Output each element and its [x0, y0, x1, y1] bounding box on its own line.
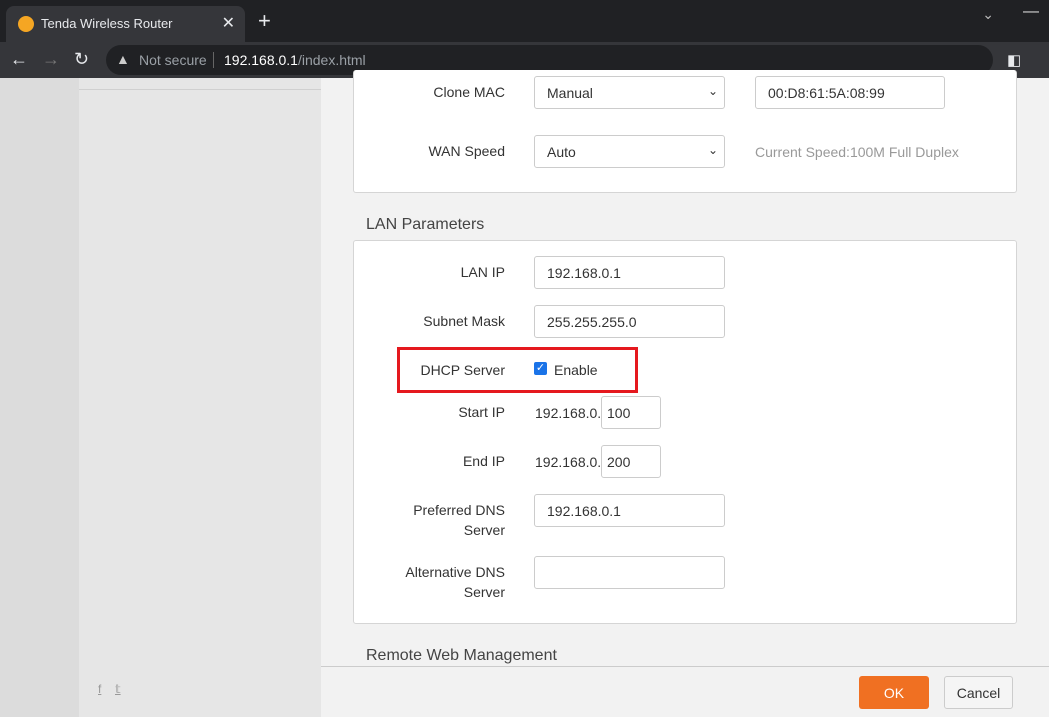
end-ip-prefix: 192.168.0. — [535, 454, 602, 470]
browser-tab[interactable]: Tenda Wireless Router ✕ — [6, 6, 245, 42]
wan-speed-value: Auto — [547, 144, 576, 160]
start-ip-label: Start IP — [458, 404, 505, 420]
warning-icon: ▲ — [116, 51, 130, 67]
end-ip-input[interactable]: 200 — [601, 445, 661, 478]
lan-ip-label: LAN IP — [460, 264, 505, 280]
twitter-icon[interactable]: 𝕥 — [115, 682, 121, 696]
clone-mac-input[interactable]: 00:D8:61:5A:08:99 — [755, 76, 945, 109]
footer-bar — [321, 666, 1049, 717]
end-ip-label: End IP — [462, 453, 505, 469]
divider — [79, 89, 321, 90]
divider — [213, 52, 214, 68]
new-tab-button[interactable]: + — [258, 10, 271, 32]
tenda-favicon-icon — [18, 16, 34, 32]
sidebar-rail — [0, 78, 79, 717]
preferred-dns-label-line2: Server — [463, 522, 505, 538]
ok-button[interactable]: OK — [859, 676, 929, 709]
subnet-mask-label: Subnet Mask — [423, 313, 505, 329]
subnet-mask-input[interactable]: 255.255.255.0 — [534, 305, 725, 338]
clone-mac-label: Clone MAC — [433, 84, 505, 100]
wan-speed-select[interactable]: Auto ⌄ — [534, 135, 725, 168]
wan-speed-label: WAN Speed — [428, 143, 505, 159]
tab-title: Tenda Wireless Router — [41, 16, 173, 31]
lan-ip-input[interactable]: 192.168.0.1 — [534, 256, 725, 289]
dhcp-enable-checkbox[interactable]: ✓ — [534, 362, 547, 375]
minimize-icon[interactable]: — — [1023, 3, 1039, 21]
back-icon[interactable]: ← — [10, 49, 28, 70]
chevron-down-icon: ⌄ — [707, 143, 718, 157]
url-path: /index.html — [297, 52, 366, 68]
close-tab-icon[interactable]: ✕ — [222, 13, 235, 33]
lan-section-title: LAN Parameters — [366, 216, 485, 233]
preferred-dns-label: Preferred DNS — [413, 502, 505, 518]
side-panel-icon[interactable]: ◧ — [1007, 51, 1021, 69]
alternative-dns-label: Alternative DNS — [405, 564, 505, 580]
tab-strip: Tenda Wireless Router ✕ + ⌄ — — [0, 0, 1049, 42]
start-ip-input[interactable]: 100 — [601, 396, 661, 429]
alternative-dns-input[interactable] — [534, 556, 725, 589]
alternative-dns-label-line2: Server — [463, 584, 505, 600]
clone-mac-select[interactable]: Manual ⌄ — [534, 76, 725, 109]
tab-search-chevron-icon[interactable]: ⌄ — [982, 6, 994, 23]
remote-section-title: Remote Web Management — [366, 647, 557, 664]
dhcp-enable-label[interactable]: Enable — [554, 362, 598, 378]
preferred-dns-input[interactable]: 192.168.0.1 — [534, 494, 725, 527]
dhcp-server-label: DHCP Server — [420, 362, 505, 378]
current-speed-text: Current Speed:100M Full Duplex — [755, 144, 959, 160]
sidebar-menu: f 𝕥 — [79, 78, 321, 717]
reload-icon[interactable]: ↻ — [74, 49, 89, 70]
chevron-down-icon: ⌄ — [707, 84, 718, 98]
cancel-button[interactable]: Cancel — [944, 676, 1013, 709]
facebook-icon[interactable]: f — [98, 682, 101, 696]
forward-icon[interactable]: → — [42, 49, 60, 70]
start-ip-prefix: 192.168.0. — [535, 405, 602, 421]
url-host: 192.168.0.1 — [224, 52, 298, 68]
url-text: 192.168.0.1/index.html — [224, 52, 366, 68]
security-label[interactable]: Not secure — [139, 52, 207, 68]
clone-mac-mode: Manual — [547, 85, 593, 101]
